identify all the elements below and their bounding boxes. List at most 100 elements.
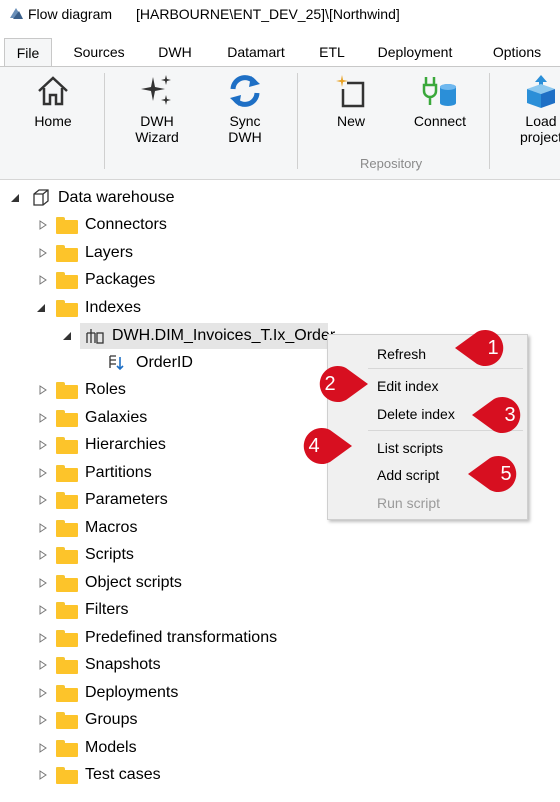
callout-marker-1: 1 xyxy=(455,328,515,368)
expand-icon[interactable] xyxy=(38,523,48,533)
ribbon-separator xyxy=(104,73,105,169)
expand-icon[interactable] xyxy=(38,385,48,395)
expand-icon[interactable] xyxy=(38,633,48,643)
repository-group-label: Repository xyxy=(360,156,423,171)
menu-item-refresh[interactable]: Refresh xyxy=(377,343,426,365)
tree-item-hierarchies[interactable]: Hierarchies xyxy=(0,432,300,458)
menu-item-run-script: Run script xyxy=(377,495,441,511)
tab-deployment[interactable]: Deployment xyxy=(368,38,462,66)
tree-root-data-warehouse[interactable]: Data warehouse xyxy=(0,185,300,211)
tree-item-predefined-transformations[interactable]: Predefined transformations xyxy=(0,625,320,651)
expand-icon[interactable] xyxy=(38,220,48,230)
collapse-icon[interactable] xyxy=(10,193,20,203)
tree-item-packages[interactable]: Packages xyxy=(0,267,300,293)
menu-item-edit-index[interactable]: Edit index xyxy=(377,375,438,397)
expand-icon[interactable] xyxy=(38,743,48,753)
tree-item-layers[interactable]: Layers xyxy=(0,240,300,266)
tree-item-label: Filters xyxy=(85,601,129,618)
tab-dwh[interactable]: DWH xyxy=(150,38,200,66)
tab-etl[interactable]: ETL xyxy=(312,38,352,66)
tree-item-parameters[interactable]: Parameters xyxy=(0,487,300,513)
connect-button[interactable]: Connect xyxy=(404,73,476,129)
sync-dwh-button[interactable]: Sync DWH xyxy=(210,73,280,145)
expand-icon[interactable] xyxy=(38,495,48,505)
menu-item-list-scripts[interactable]: List scripts xyxy=(377,437,443,459)
folder-icon xyxy=(56,657,78,674)
tree-item-label: Macros xyxy=(85,519,138,536)
callout-marker-2: 2 xyxy=(308,364,368,404)
tree-item-test-cases[interactable]: Test cases xyxy=(0,762,300,788)
menu-separator xyxy=(368,368,523,369)
expand-icon[interactable] xyxy=(38,660,48,670)
expand-icon[interactable] xyxy=(38,605,48,615)
tree-item-label: Layers xyxy=(85,244,134,261)
expand-icon[interactable] xyxy=(38,550,48,560)
tree-item-index-selected[interactable]: DWH.DIM_Invoices_T.Ix_Order xyxy=(80,323,335,349)
expand-icon[interactable] xyxy=(38,770,48,780)
callout-marker-4: 4 xyxy=(292,426,352,466)
tree-item-label: Connectors xyxy=(85,216,167,233)
sync-dwh-label-line1: Sync xyxy=(229,113,261,129)
tree-item-label: Deployments xyxy=(85,684,179,701)
callout-marker-3: 3 xyxy=(472,395,532,435)
column-sort-icon xyxy=(109,355,124,371)
expand-icon[interactable] xyxy=(38,440,48,450)
cube-icon xyxy=(33,189,49,206)
folder-icon xyxy=(56,272,78,289)
folder-icon xyxy=(56,602,78,619)
sync-icon xyxy=(230,75,260,107)
expand-icon[interactable] xyxy=(38,413,48,423)
folder-icon xyxy=(56,245,78,262)
expand-icon[interactable] xyxy=(38,275,48,285)
tree-item-models[interactable]: Models xyxy=(0,735,300,761)
tree-item-galaxies[interactable]: Galaxies xyxy=(0,405,300,431)
callout-marker-5: 5 xyxy=(468,454,528,494)
index-column-label: OrderID xyxy=(136,354,193,371)
new-button[interactable]: New xyxy=(316,73,386,129)
index-node-label: DWH.DIM_Invoices_T.Ix_Order xyxy=(112,327,336,344)
folder-icon xyxy=(56,410,78,427)
tree-item-roles[interactable]: Roles xyxy=(0,377,300,403)
folder-icon xyxy=(56,492,78,509)
tree-item-deployments[interactable]: Deployments xyxy=(0,680,300,706)
tab-file[interactable]: File xyxy=(4,38,52,68)
tree-item-index-column[interactable]: OrderID xyxy=(100,350,300,376)
expand-icon[interactable] xyxy=(38,468,48,478)
folder-icon xyxy=(56,217,78,234)
tree-item-partitions[interactable]: Partitions xyxy=(0,460,300,486)
expand-icon[interactable] xyxy=(38,578,48,588)
tree-item-connectors[interactable]: Connectors xyxy=(0,212,300,238)
collapse-icon[interactable] xyxy=(36,303,46,313)
expand-icon[interactable] xyxy=(38,715,48,725)
tree-item-scripts[interactable]: Scripts xyxy=(0,542,300,568)
tree-item-label: Models xyxy=(85,739,137,756)
tab-options[interactable]: Options xyxy=(482,38,552,66)
load-label-line2: project xyxy=(519,129,560,145)
connect-label: Connect xyxy=(413,113,467,129)
home-button[interactable]: Home xyxy=(18,73,88,129)
load-project-button[interactable]: Load project xyxy=(506,73,560,145)
tree-item-macros[interactable]: Macros xyxy=(0,515,300,541)
tree-item-groups[interactable]: Groups xyxy=(0,707,300,733)
collapse-icon[interactable] xyxy=(62,331,72,341)
dwh-wizard-button[interactable]: DWH Wizard xyxy=(122,73,192,145)
folder-icon xyxy=(56,685,78,702)
tree-item-label: Predefined transformations xyxy=(85,629,278,646)
tree-item-object-scripts[interactable]: Object scripts xyxy=(0,570,300,596)
folder-icon xyxy=(56,575,78,592)
tree-item-snapshots[interactable]: Snapshots xyxy=(0,652,300,678)
dwh-wizard-label-line2: Wizard xyxy=(135,129,179,145)
tab-sources[interactable]: Sources xyxy=(64,38,134,66)
tab-datamart[interactable]: Datamart xyxy=(218,38,294,66)
ribbon-separator xyxy=(489,73,490,169)
connection-context: [HARBOURNE\ENT_DEV_25]\[Northwind] xyxy=(136,6,400,22)
menu-item-add-script[interactable]: Add script xyxy=(377,464,439,486)
folder-icon xyxy=(56,767,78,784)
expand-icon[interactable] xyxy=(38,688,48,698)
tree-item-filters[interactable]: Filters xyxy=(0,597,300,623)
tree-item-indexes[interactable]: Indexes xyxy=(0,295,300,321)
folder-icon xyxy=(56,437,78,454)
ribbon-separator xyxy=(297,73,298,169)
expand-icon[interactable] xyxy=(38,248,48,258)
menu-item-delete-index[interactable]: Delete index xyxy=(377,403,455,425)
